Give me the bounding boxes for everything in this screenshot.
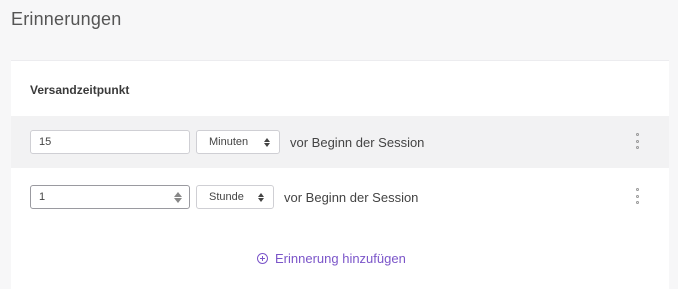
select-arrows-icon — [257, 191, 265, 203]
plus-circle-icon — [257, 253, 268, 264]
unit-select-value: Stunde — [209, 191, 244, 203]
unit-select-value: Minuten — [209, 136, 249, 148]
section-label: Versandzeitpunkt — [30, 83, 130, 97]
add-reminder-button[interactable]: Erinnerung hinzufügen — [257, 251, 406, 266]
reminders-card: Versandzeitpunkt 15 Minuten vor Beginn d… — [11, 60, 669, 289]
reminder-row: 1 Stunde vor Beginn der Session — [11, 171, 669, 223]
reminder-row: 15 Minuten vor Beginn der Session — [11, 116, 669, 168]
reminder-value-input[interactable]: 1 — [30, 185, 190, 209]
reminder-suffix: vor Beginn der Session — [290, 135, 425, 150]
reminder-value: 1 — [39, 191, 46, 203]
unit-select[interactable]: Stunde — [196, 185, 274, 209]
page-title: Erinnerungen — [11, 9, 122, 29]
kebab-menu-icon[interactable] — [633, 133, 641, 149]
kebab-menu-icon[interactable] — [633, 188, 641, 204]
add-reminder-label: Erinnerung hinzufügen — [275, 251, 406, 266]
reminder-suffix: vor Beginn der Session — [284, 190, 419, 205]
number-stepper-icon[interactable] — [173, 190, 183, 204]
reminder-value-input[interactable]: 15 — [30, 130, 190, 154]
unit-select[interactable]: Minuten — [196, 130, 280, 154]
select-arrows-icon — [263, 136, 271, 148]
